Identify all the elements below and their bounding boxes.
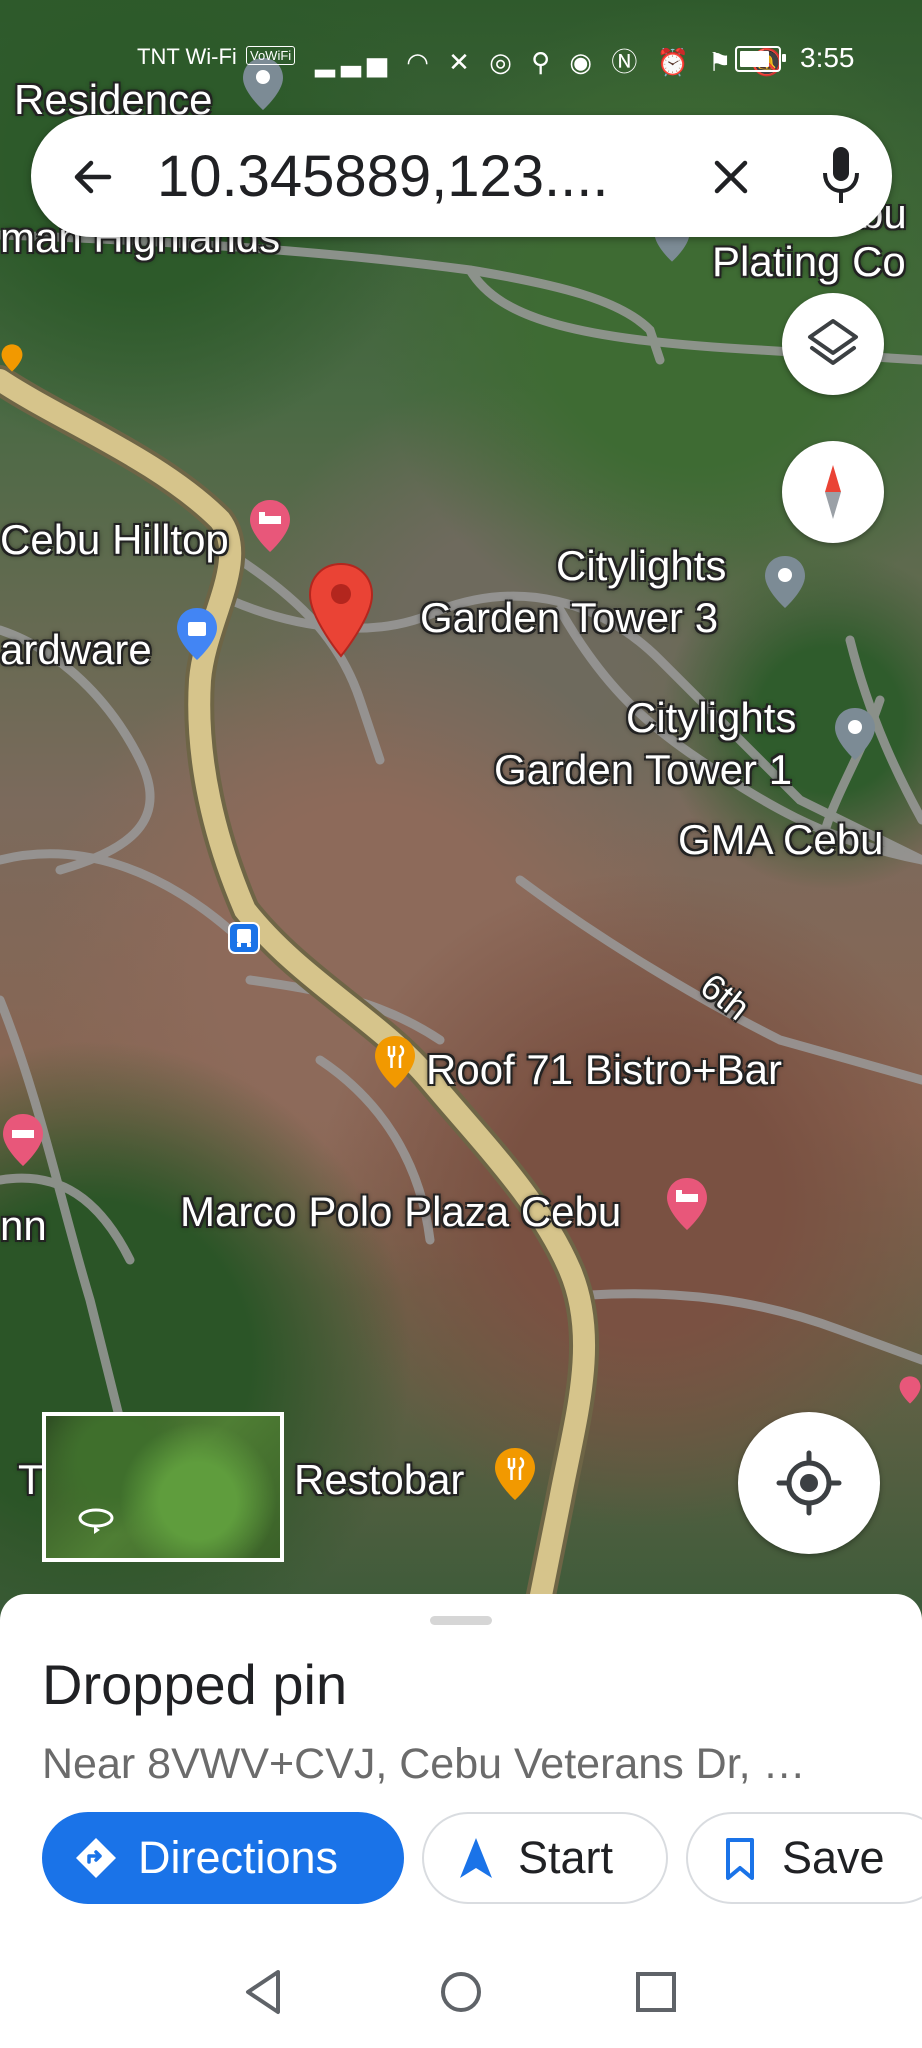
save-label: Save — [782, 1832, 885, 1883]
directions-label: Directions — [138, 1832, 339, 1883]
label-citylights-3-line1[interactable]: Citylights — [556, 542, 726, 590]
nfc-icon: Ⓝ — [611, 47, 644, 77]
start-label: Start — [518, 1832, 614, 1883]
label-marco-polo[interactable]: Marco Polo Plaza Cebu — [180, 1188, 621, 1236]
directions-icon — [76, 1838, 116, 1878]
bookmark-icon — [726, 1838, 754, 1880]
messenger-icon: ◎ — [489, 47, 518, 77]
status-icons: ▂▃▅ ◠ ✕ ◎ ⚲ ◉ Ⓝ ⏰ ⚑ 🔕 — [315, 42, 789, 79]
status-bar: TNT Wi-Fi VoWiFi ▂▃▅ ◠ ✕ ◎ ⚲ ◉ Ⓝ ⏰ ⚑ 🔕 3… — [0, 38, 922, 82]
label-restobar[interactable]: Restobar — [294, 1456, 464, 1504]
satellite-map[interactable]: Residence man Highlands bu Plating Co Ce… — [0, 0, 922, 1600]
eye-icon: ◉ — [569, 47, 599, 77]
vowifi-badge: VoWiFi — [246, 46, 296, 65]
landmark-pin-icon[interactable] — [832, 706, 878, 762]
dropped-pin-icon[interactable] — [306, 562, 376, 658]
search-query[interactable]: 10.345889,123.... — [157, 143, 677, 210]
directions-button[interactable]: Directions — [42, 1812, 404, 1904]
missed-call-icon: ✕ — [448, 47, 476, 77]
label-citylights-1-line2[interactable]: Garden Tower 1 — [494, 746, 792, 794]
layers-icon — [808, 319, 858, 365]
nav-recents-icon[interactable] — [626, 1962, 686, 2022]
place-title: Dropped pin — [42, 1653, 348, 1716]
label-inn[interactable]: nn — [0, 1202, 47, 1250]
signal-icon: ▂▃▅ — [315, 47, 393, 77]
my-location-icon — [776, 1450, 842, 1516]
label-hardware[interactable]: ardware — [0, 626, 152, 674]
label-citylights-1-line1[interactable]: Citylights — [626, 694, 796, 742]
hotel-pin-icon[interactable] — [664, 1176, 710, 1232]
label-plating[interactable]: Plating Co — [712, 238, 906, 286]
hotel-pin-icon[interactable] — [247, 498, 293, 554]
label-cebu-hilltop[interactable]: Cebu Hilltop — [0, 516, 229, 564]
layers-button[interactable] — [782, 293, 884, 395]
carrier-label: TNT Wi-Fi — [137, 44, 237, 69]
save-button[interactable]: Save — [686, 1812, 922, 1904]
label-gma-cebu[interactable]: GMA Cebu — [678, 816, 883, 864]
hotel-pin-icon[interactable] — [0, 1112, 46, 1168]
rotate-360-icon — [78, 1508, 114, 1534]
my-location-button[interactable] — [738, 1412, 880, 1554]
place-address: Near 8VWV+CVJ, Cebu Veterans Dr, … — [42, 1740, 806, 1788]
arrow-back-icon[interactable] — [67, 151, 119, 203]
hotel-pin-icon[interactable] — [898, 1362, 922, 1418]
bus-stop-icon[interactable] — [228, 922, 260, 954]
shopping-pin-icon[interactable] — [174, 606, 220, 662]
landmark-pin-icon[interactable] — [762, 554, 808, 610]
label-t[interactable]: T — [18, 1456, 44, 1504]
search-bar[interactable]: 10.345889,123.... — [31, 115, 892, 237]
system-nav-bar — [0, 1940, 922, 2048]
nav-home-icon[interactable] — [431, 1962, 491, 2022]
label-citylights-3-line2[interactable]: Garden Tower 3 — [420, 594, 718, 642]
alarm-icon: ⏰ — [656, 47, 695, 77]
food-pin-icon[interactable] — [372, 1034, 418, 1090]
food-pin-icon[interactable] — [492, 1446, 538, 1502]
mic-icon[interactable] — [821, 145, 861, 207]
compass-icon — [825, 465, 841, 519]
clock: 3:55 — [800, 42, 855, 73]
wifi-icon: ◠ — [406, 47, 435, 77]
battery-icon — [735, 46, 786, 72]
compass-button[interactable] — [782, 441, 884, 543]
navigation-arrow-icon — [460, 1838, 492, 1878]
close-icon[interactable] — [705, 151, 757, 203]
drag-handle[interactable] — [430, 1616, 492, 1625]
location-icon: ⚑ — [708, 47, 738, 77]
street-view-thumbnail[interactable] — [42, 1412, 284, 1562]
nav-back-icon[interactable] — [234, 1962, 294, 2022]
person-icon: ⚲ — [531, 47, 557, 77]
label-roof-71[interactable]: Roof 71 Bistro+Bar — [426, 1046, 782, 1094]
food-pin-icon[interactable] — [0, 330, 24, 386]
start-navigation-button[interactable]: Start — [422, 1812, 668, 1904]
